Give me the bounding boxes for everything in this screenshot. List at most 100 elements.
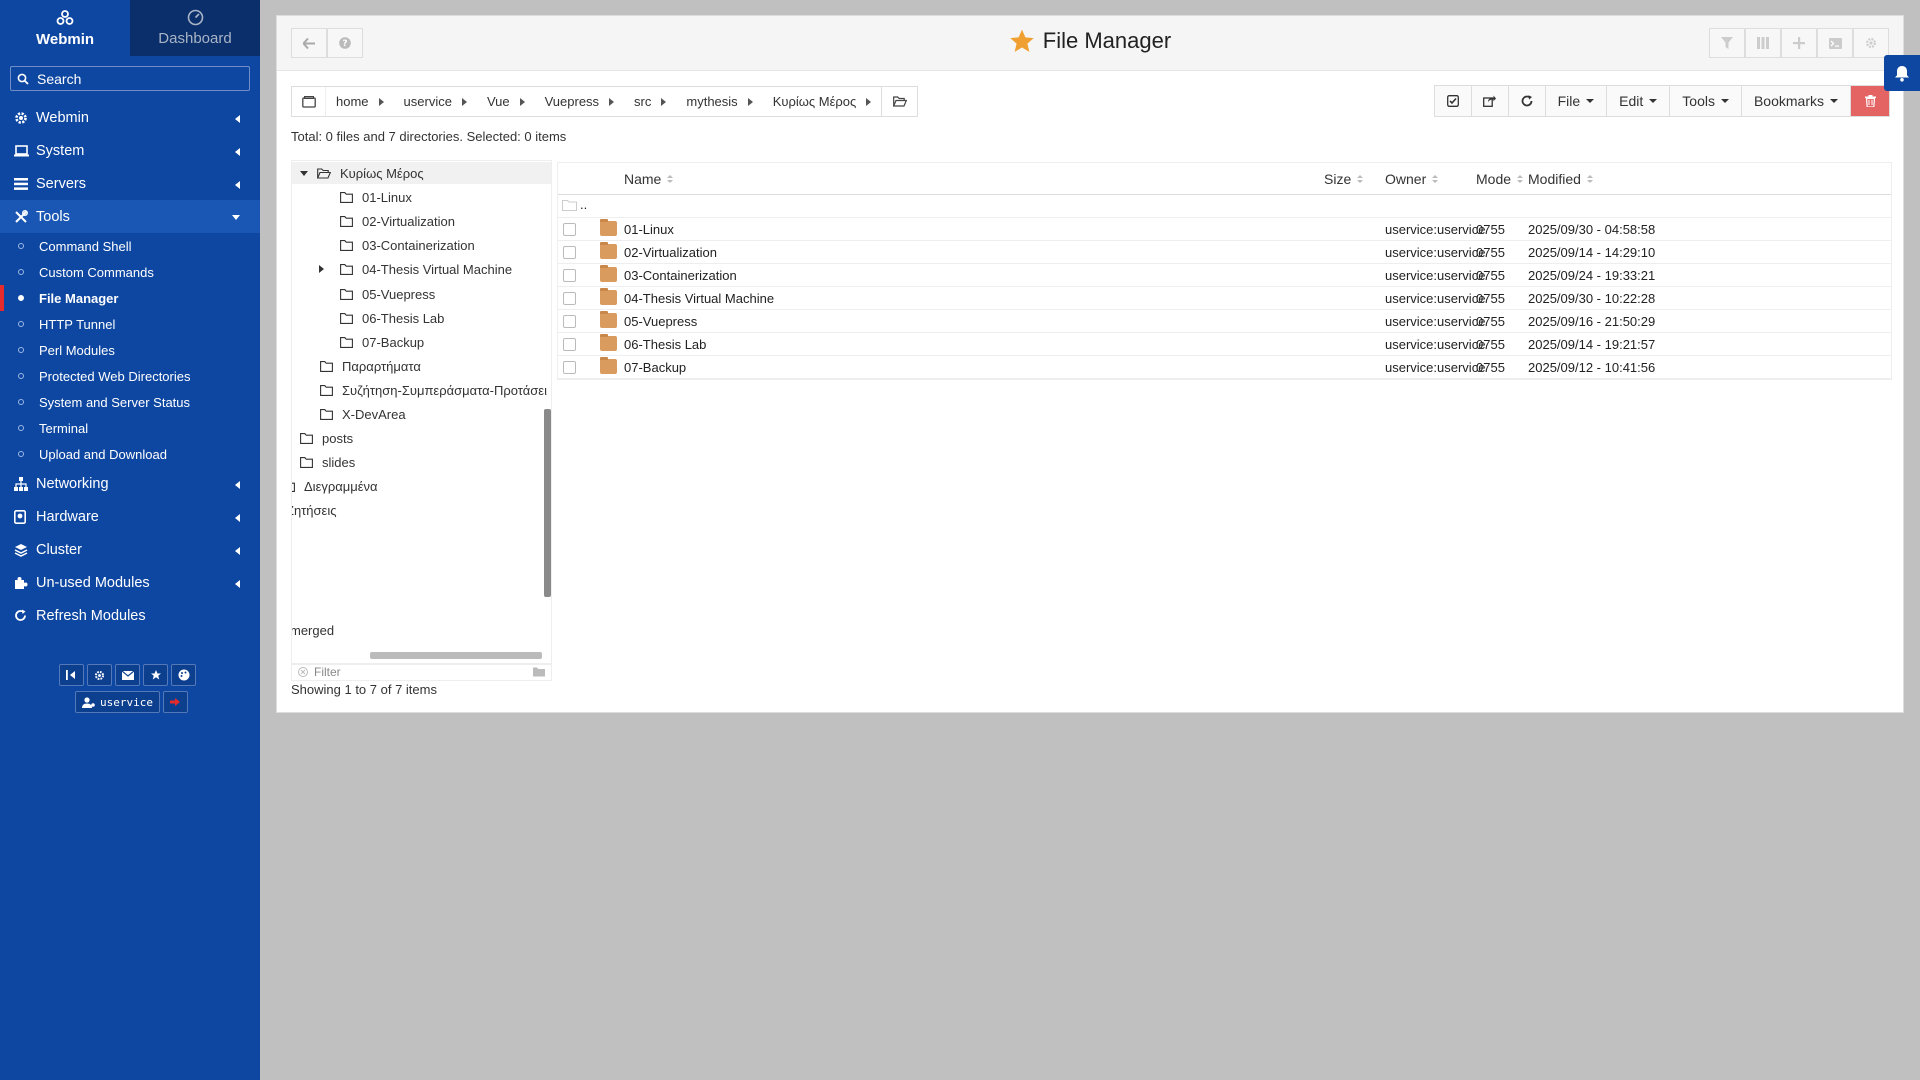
theme-button[interactable] <box>171 664 196 686</box>
menu-system[interactable]: System <box>0 134 260 167</box>
breadcrumb-item[interactable]: Vuepress <box>535 87 624 116</box>
tree-node[interactable]: Συζήτηση-Συμπεράσματα-Προτάσει <box>320 379 547 401</box>
row-checkbox[interactable] <box>563 269 576 282</box>
breadcrumb-root[interactable] <box>292 87 326 116</box>
breadcrumb-item[interactable]: Vue <box>477 87 535 116</box>
sidebar-item-http-tunnel[interactable]: HTTP Tunnel <box>0 311 260 337</box>
tab-webmin[interactable]: Webmin <box>0 0 130 56</box>
menu-hardware[interactable]: Hardware <box>0 500 260 533</box>
tree-node[interactable]: 04-Thesis Virtual Machine <box>319 258 512 280</box>
sidebar-item-system-server-status[interactable]: System and Server Status <box>0 389 260 415</box>
tree-node[interactable]: posts <box>300 427 353 449</box>
collapse-sidebar-button[interactable] <box>59 664 84 686</box>
breadcrumb-item[interactable]: mythesis <box>676 87 762 116</box>
tree-horizontal-scrollbar[interactable] <box>370 652 542 659</box>
bookmarks-menu[interactable]: Bookmarks <box>1742 86 1851 116</box>
column-modified[interactable]: Modified <box>1528 171 1593 187</box>
sidebar-item-terminal[interactable]: Terminal <box>0 415 260 441</box>
search-icon <box>17 73 29 85</box>
tab-dashboard[interactable]: Dashboard <box>130 0 260 56</box>
row-checkbox[interactable] <box>563 361 576 374</box>
tree-node[interactable]: slides <box>300 451 355 473</box>
cell-name[interactable]: 02-Virtualization <box>624 245 717 260</box>
tree-filter-field[interactable]: Filter <box>291 663 552 681</box>
column-owner[interactable]: Owner <box>1385 171 1439 187</box>
sidebar-item-file-manager[interactable]: File Manager <box>0 285 260 311</box>
favorites-button[interactable] <box>143 664 168 686</box>
table-row[interactable]: 06-Thesis Lab uservice:uservice 0755 202… <box>558 333 1891 356</box>
column-name[interactable]: Name <box>624 171 674 187</box>
sidebar-item-protected-web-directories[interactable]: Protected Web Directories <box>0 363 260 389</box>
cell-name[interactable]: 03-Containerization <box>624 268 737 283</box>
filter-button[interactable] <box>1709 28 1745 58</box>
logout-button[interactable] <box>162 691 188 713</box>
table-row[interactable]: 01-Linux uservice:uservice 0755 2025/09/… <box>558 218 1891 241</box>
breadcrumb-item[interactable]: src <box>624 87 676 116</box>
tree-node[interactable]: 06-Thesis Lab <box>340 307 444 329</box>
terminal-button[interactable] <box>1817 28 1853 58</box>
select-all-button[interactable] <box>1435 86 1472 116</box>
columns-button[interactable] <box>1745 28 1781 58</box>
table-row[interactable]: 02-Virtualization uservice:uservice 0755… <box>558 241 1891 264</box>
tree-node[interactable]: 07-Backup <box>340 331 424 353</box>
tree-node[interactable]: Παραρτήματα <box>320 355 421 377</box>
menu-refresh-modules[interactable]: Refresh Modules <box>0 599 260 632</box>
breadcrumb-item[interactable]: Κυρίως Μέρος <box>763 87 882 116</box>
table-row[interactable]: 05-Vuepress uservice:uservice 0755 2025/… <box>558 310 1891 333</box>
row-checkbox[interactable] <box>563 315 576 328</box>
tools-menu[interactable]: Tools <box>1670 86 1742 116</box>
row-checkbox[interactable] <box>563 338 576 351</box>
delete-button[interactable] <box>1851 86 1889 116</box>
caret-left-icon <box>235 547 240 555</box>
menu-cluster[interactable]: Cluster <box>0 533 260 566</box>
menu-servers[interactable]: Servers <box>0 167 260 200</box>
edit-menu[interactable]: Edit <box>1607 86 1671 116</box>
file-menu[interactable]: File <box>1546 86 1608 116</box>
cell-name[interactable]: 01-Linux <box>624 222 674 237</box>
breadcrumb-item[interactable]: home <box>326 87 394 116</box>
cell-name[interactable]: 07-Backup <box>624 360 686 375</box>
tree-node[interactable]: 02-Virtualization <box>340 210 455 232</box>
menu-unused-modules[interactable]: Un-used Modules <box>0 566 260 599</box>
cell-name[interactable]: 04-Thesis Virtual Machine <box>624 291 774 306</box>
browse-folder-button[interactable] <box>881 87 917 116</box>
notifications-button[interactable] <box>1884 55 1920 91</box>
cell-name[interactable]: 05-Vuepress <box>624 314 697 329</box>
menu-tools[interactable]: Tools <box>0 200 260 233</box>
sidebar-item-command-shell[interactable]: Command Shell <box>0 233 260 259</box>
tree-node[interactable]: 01-Linux <box>340 186 412 208</box>
settings-button[interactable] <box>87 664 112 686</box>
breadcrumb-item[interactable]: uservice <box>394 87 477 116</box>
table-row[interactable]: 04-Thesis Virtual Machine uservice:userv… <box>558 287 1891 310</box>
row-checkbox[interactable] <box>563 223 576 236</box>
tree-node-root[interactable]: Κυρίως Μέρος <box>292 162 551 184</box>
tree-node[interactable]: 05-Vuepress <box>340 283 435 305</box>
tree-vertical-scrollbar[interactable] <box>544 409 551 597</box>
tree-node[interactable]: X-DevArea <box>320 403 406 425</box>
tree-node[interactable]: Διεγραμμένα <box>292 475 378 497</box>
new-button[interactable] <box>1781 28 1817 58</box>
refresh-button[interactable] <box>1509 86 1546 116</box>
column-mode[interactable]: Mode <box>1476 171 1524 187</box>
table-row-parent[interactable]: .. <box>558 195 1891 218</box>
sidebar-item-perl-modules[interactable]: Perl Modules <box>0 337 260 363</box>
cell-name[interactable]: 06-Thesis Lab <box>624 337 706 352</box>
row-checkbox[interactable] <box>563 292 576 305</box>
table-row[interactable]: 03-Containerization uservice:uservice 07… <box>558 264 1891 287</box>
tree-node[interactable]: merged <box>292 619 334 641</box>
table-row[interactable]: 07-Backup uservice:uservice 0755 2025/09… <box>558 356 1891 379</box>
sidebar-item-custom-commands[interactable]: Custom Commands <box>0 259 260 285</box>
tree-node[interactable]: Ζητήσεις <box>292 499 337 521</box>
mail-button[interactable] <box>115 664 140 686</box>
share-button[interactable] <box>1472 86 1509 116</box>
menu-networking[interactable]: Networking <box>0 467 260 500</box>
config-button[interactable] <box>1853 28 1889 58</box>
menu-webmin[interactable]: Webmin <box>0 101 260 134</box>
column-size[interactable]: Size <box>1324 171 1364 187</box>
tree-node[interactable]: 03-Containerization <box>340 234 475 256</box>
sidebar-item-upload-download[interactable]: Upload and Download <box>0 441 260 467</box>
sidebar-search[interactable]: Search <box>10 66 250 91</box>
star-icon[interactable] <box>1009 28 1035 54</box>
row-checkbox[interactable] <box>563 246 576 259</box>
user-button[interactable]: uservice <box>75 691 160 713</box>
